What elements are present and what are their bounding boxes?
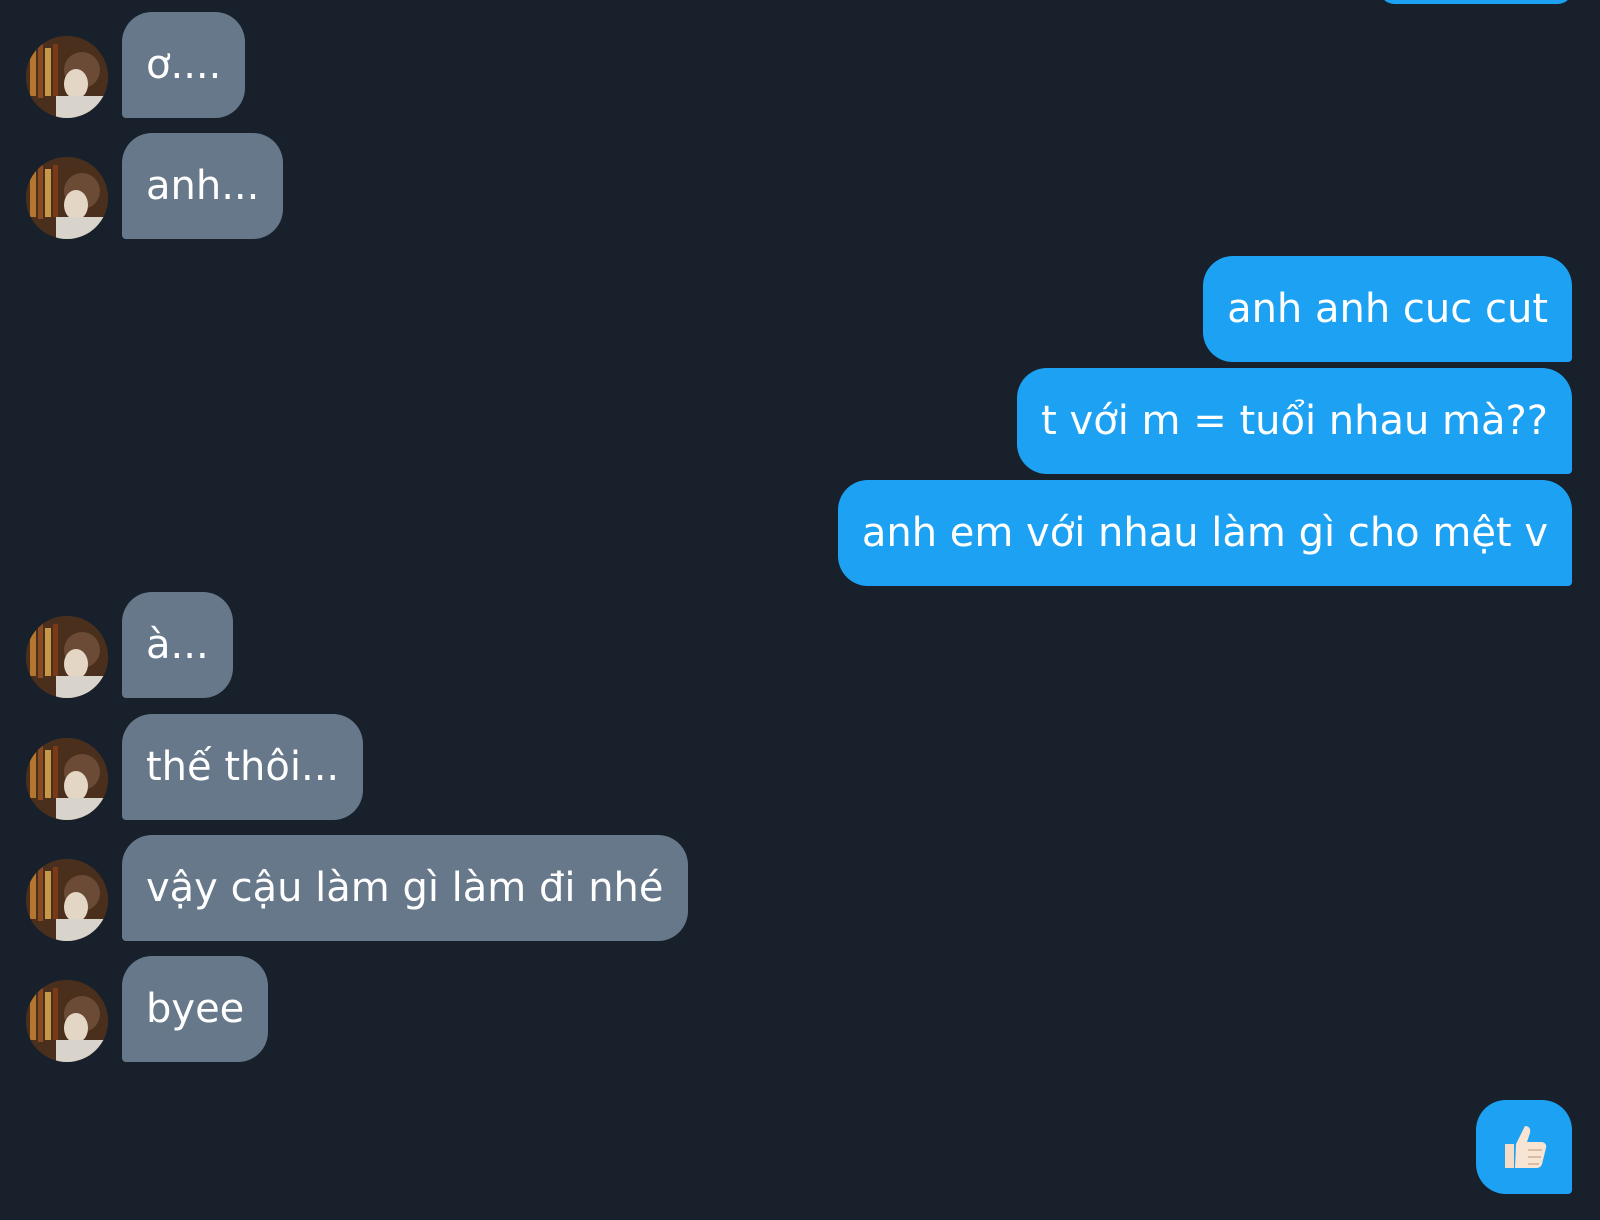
profile-avatar[interactable] <box>26 859 108 941</box>
outgoing-message-bubble[interactable]: t với m = tuổi nhau mà?? <box>1017 368 1572 474</box>
profile-avatar[interactable] <box>26 36 108 118</box>
outgoing-message-bubble[interactable]: anh anh cuc cut <box>1203 256 1572 362</box>
thumbs-up-icon <box>1505 1126 1547 1168</box>
conversation-thread: ơ.... anh... anh anh cuc cut t với m = t… <box>0 0 1600 1220</box>
incoming-message-bubble[interactable]: byee <box>122 956 269 1062</box>
message-row: anh em với nhau làm gì cho mệt v <box>0 480 1600 586</box>
message-row: t với m = tuổi nhau mà?? <box>0 368 1600 474</box>
message-row: byee <box>0 956 1600 1062</box>
message-row: anh anh cuc cut <box>0 256 1600 362</box>
incoming-message-bubble[interactable]: anh... <box>122 133 284 239</box>
incoming-message-bubble[interactable]: à... <box>122 592 233 698</box>
previous-message-bubble <box>1380 0 1572 4</box>
message-row: ơ.... <box>0 12 1600 118</box>
incoming-message-bubble[interactable]: vậy cậu làm gì làm đi nhé <box>122 835 688 941</box>
message-row: vậy cậu làm gì làm đi nhé <box>0 835 1600 941</box>
message-row <box>0 1100 1600 1206</box>
profile-avatar[interactable] <box>26 157 108 239</box>
outgoing-message-bubble[interactable]: anh em với nhau làm gì cho mệt v <box>837 480 1572 586</box>
thumbs-up-message-bubble[interactable] <box>1476 1100 1572 1194</box>
profile-avatar[interactable] <box>26 616 108 698</box>
profile-avatar[interactable] <box>26 738 108 820</box>
profile-avatar[interactable] <box>26 980 108 1062</box>
incoming-message-bubble[interactable]: ơ.... <box>122 12 246 118</box>
incoming-message-bubble[interactable]: thế thôi... <box>122 714 364 820</box>
message-row: à... <box>0 592 1600 698</box>
message-row: anh... <box>0 133 1600 239</box>
message-row: thế thôi... <box>0 714 1600 820</box>
